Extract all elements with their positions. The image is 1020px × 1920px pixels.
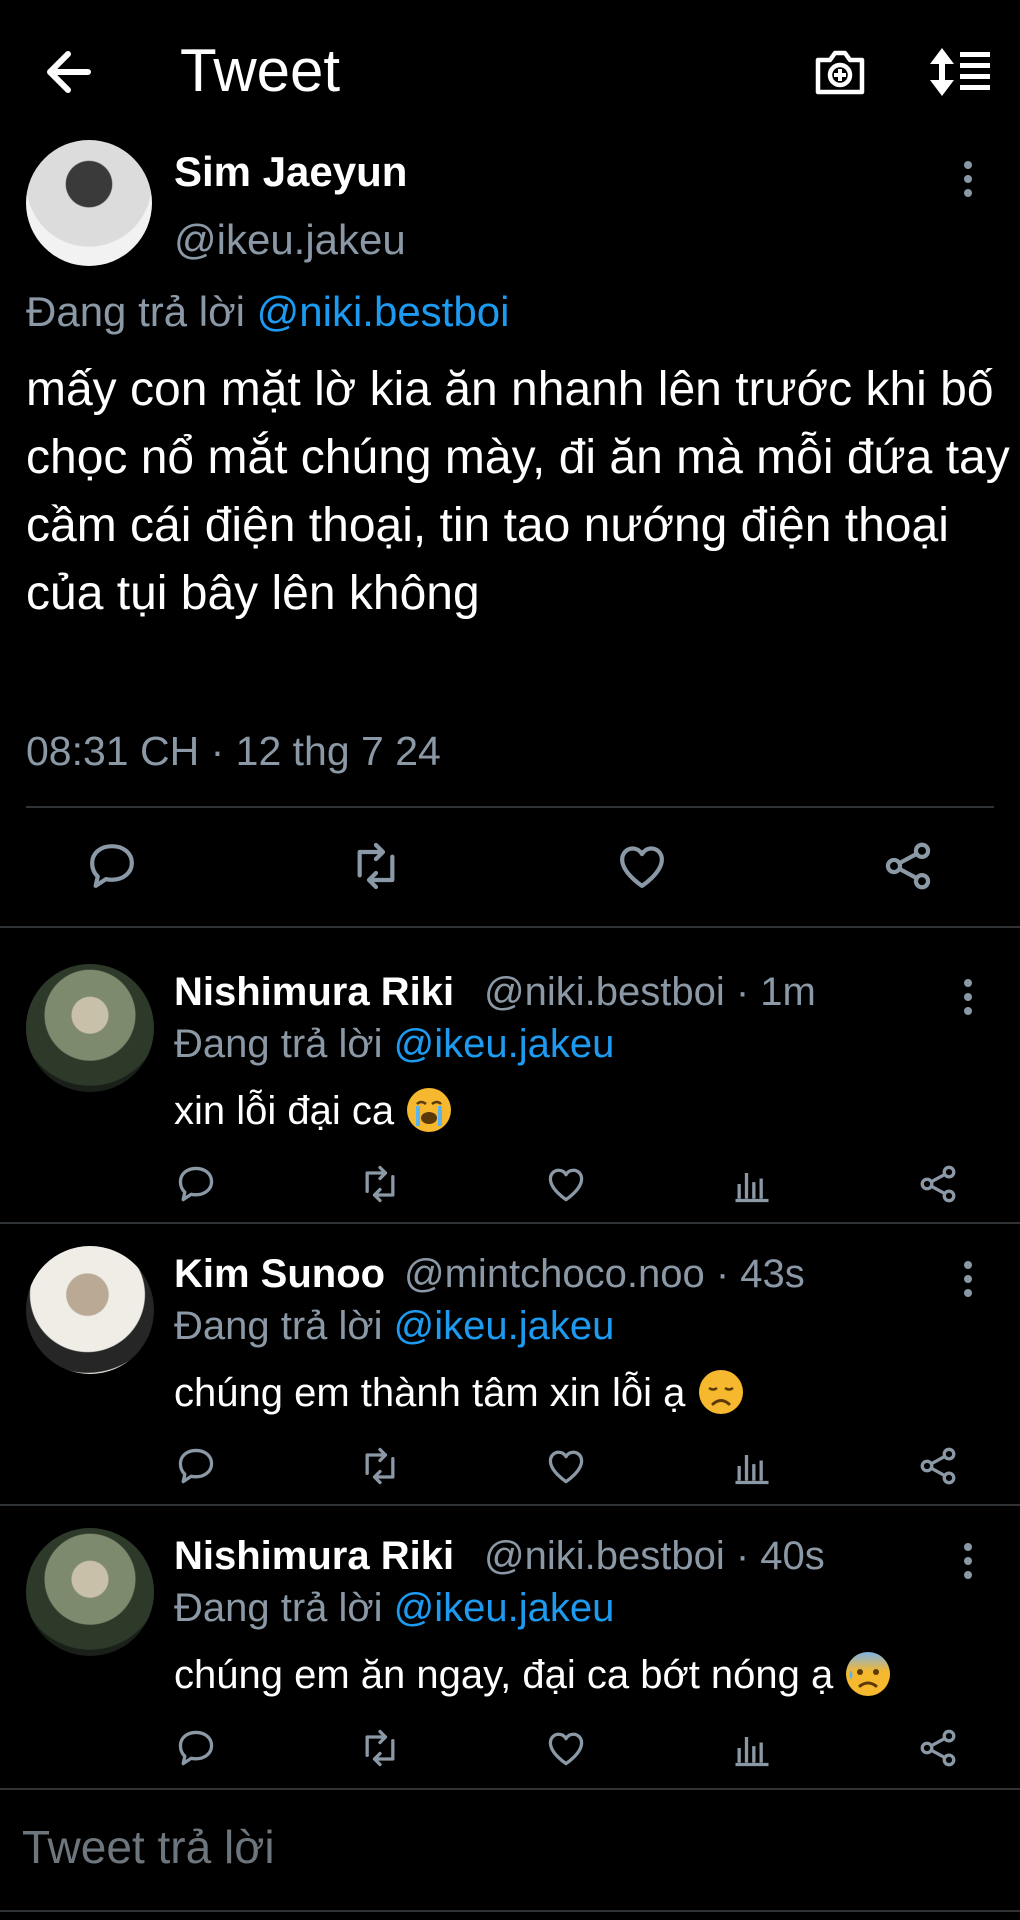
more-options-icon[interactable]: [960, 974, 976, 1020]
divider: [0, 1222, 1020, 1224]
more-options-icon[interactable]: [960, 1256, 976, 1302]
reply-author-handle[interactable]: @niki.bestboi · 40s: [484, 1534, 825, 1579]
analytics-icon[interactable]: [730, 1444, 774, 1488]
page-title: Tweet: [180, 37, 341, 104]
reply-tweet[interactable]: Nishimura Riki @niki.bestboi · 40s Đang …: [0, 1524, 1020, 1786]
reply-icon[interactable]: [174, 1726, 218, 1770]
replying-to: Đang trả lời @ikeu.jakeu: [174, 1586, 614, 1631]
tweet-text: mấy con mặt lờ kia ăn nhanh lên trước kh…: [26, 363, 1010, 620]
share-icon[interactable]: [916, 1726, 960, 1770]
avatar[interactable]: [26, 140, 152, 266]
sort-icon[interactable]: [928, 44, 992, 100]
avatar[interactable]: [26, 1528, 154, 1656]
divider: [0, 1504, 1020, 1506]
retweet-icon[interactable]: [358, 1162, 402, 1206]
replying-prefix: Đang trả lời: [174, 1586, 383, 1630]
retweet-icon[interactable]: [358, 1444, 402, 1488]
replying-prefix: Đang trả lời: [174, 1304, 383, 1348]
replying-to: Đang trả lời @niki.bestboi: [26, 288, 509, 336]
reply-author-name[interactable]: Kim Sunoo: [174, 1252, 385, 1297]
reply-text-content: chúng em ăn ngay, đại ca bớt nóng ạ: [174, 1653, 834, 1697]
like-icon[interactable]: [544, 1162, 588, 1206]
more-options-icon[interactable]: [960, 156, 976, 202]
reply-text: xin lỗi đại ca: [174, 1086, 453, 1134]
replying-prefix: Đang trả lời: [174, 1022, 383, 1066]
reply-compose-input[interactable]: Tweet trả lời: [22, 1820, 275, 1874]
analytics-icon[interactable]: [730, 1726, 774, 1770]
retweet-icon[interactable]: [358, 1726, 402, 1770]
reply-author-handle[interactable]: @niki.bestboi · 1m: [484, 970, 816, 1015]
loudly-crying-face-icon: [405, 1086, 453, 1134]
disappointed-face-icon: [697, 1368, 745, 1416]
author-name[interactable]: Sim Jaeyun: [174, 148, 407, 196]
reply-text-content: chúng em thành tâm xin lỗi ạ: [174, 1371, 686, 1415]
tweet-timestamp[interactable]: 08:31 CH · 12 thg 7 24: [26, 728, 441, 775]
reply-icon[interactable]: [174, 1444, 218, 1488]
reply-text-content: xin lỗi đại ca: [174, 1089, 395, 1133]
reply-tweet[interactable]: Nishimura Riki @niki.bestboi · 1m Đang t…: [0, 960, 1020, 1222]
like-icon[interactable]: [544, 1726, 588, 1770]
replying-prefix: Đang trả lời: [26, 288, 245, 335]
replying-to: Đang trả lời @ikeu.jakeu: [174, 1304, 614, 1349]
share-icon[interactable]: [916, 1162, 960, 1206]
reply-author-handle[interactable]: @mintchoco.noo · 43s: [404, 1252, 805, 1297]
retweet-icon[interactable]: [348, 838, 404, 894]
back-arrow-icon[interactable]: [40, 44, 100, 100]
reply-icon[interactable]: [84, 838, 140, 894]
top-bar: Tweet: [0, 0, 1020, 140]
avatar[interactable]: [26, 1246, 154, 1374]
mention-link[interactable]: @ikeu.jakeu: [394, 1022, 615, 1066]
mention-link[interactable]: @ikeu.jakeu: [394, 1586, 615, 1630]
divider: [0, 1910, 1020, 1912]
reply-tweet[interactable]: Kim Sunoo @mintchoco.noo · 43s Đang trả …: [0, 1242, 1020, 1504]
analytics-icon[interactable]: [730, 1162, 774, 1206]
author-handle[interactable]: @ikeu.jakeu: [174, 216, 406, 264]
divider: [0, 926, 1020, 928]
camera-plus-icon[interactable]: [812, 44, 868, 100]
anxious-face-with-sweat-icon: [844, 1650, 892, 1698]
divider: [0, 1788, 1020, 1790]
reply-author-name[interactable]: Nishimura Riki: [174, 970, 454, 1015]
reply-text: chúng em ăn ngay, đại ca bớt nóng ạ: [174, 1650, 892, 1698]
mention-link[interactable]: @niki.bestboi: [257, 288, 510, 335]
share-icon[interactable]: [916, 1444, 960, 1488]
share-icon[interactable]: [880, 838, 936, 894]
replying-to: Đang trả lời @ikeu.jakeu: [174, 1022, 614, 1067]
reply-author-name[interactable]: Nishimura Riki: [174, 1534, 454, 1579]
like-icon[interactable]: [544, 1444, 588, 1488]
more-options-icon[interactable]: [960, 1538, 976, 1584]
like-icon[interactable]: [614, 838, 670, 894]
reply-text: chúng em thành tâm xin lỗi ạ: [174, 1368, 745, 1416]
mention-link[interactable]: @ikeu.jakeu: [394, 1304, 615, 1348]
avatar[interactable]: [26, 964, 154, 1092]
divider: [26, 806, 994, 808]
reply-icon[interactable]: [174, 1162, 218, 1206]
